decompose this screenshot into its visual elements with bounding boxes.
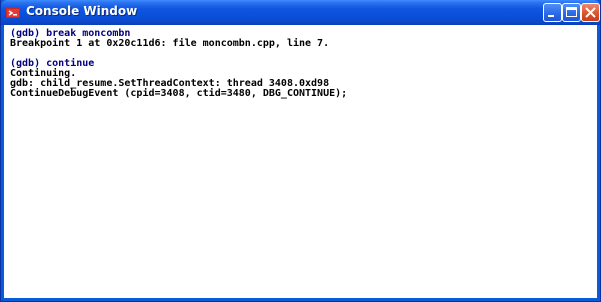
console-window: Console Window (gdb) break moncombn Brea… [0,0,601,302]
title-bar[interactable]: Console Window [1,0,600,25]
minimize-button[interactable] [543,3,562,22]
console-output-area[interactable]: (gdb) break moncombn Breakpoint 1 at 0x2… [4,25,597,298]
maximize-icon [566,7,577,17]
console-text: (gdb) break moncombn Breakpoint 1 at 0x2… [10,29,347,99]
maximize-button[interactable] [562,3,581,22]
close-icon [585,7,596,18]
close-button[interactable] [581,3,600,22]
console-line: ContinueDebugEvent (cpid=3408, ctid=3480… [10,88,348,99]
console-app-icon [6,6,20,18]
console-line: Breakpoint 1 at 0x20c11d6: file moncombn… [10,38,330,49]
minimize-icon [548,15,554,17]
window-title: Console Window [26,4,138,18]
